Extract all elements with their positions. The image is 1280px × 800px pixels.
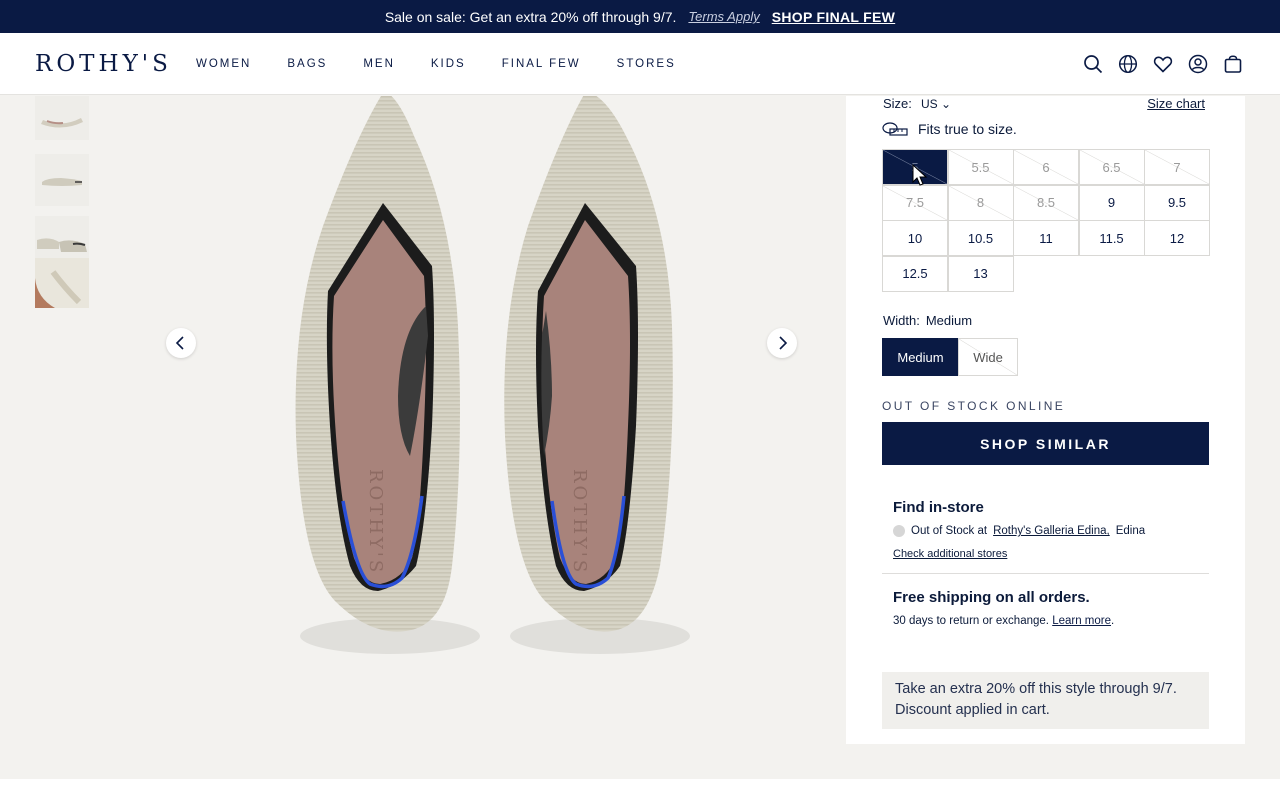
size-option-9[interactable]: 9 [1078,184,1145,221]
discount-note: Take an extra 20% off this style through… [882,672,1209,729]
size-option-8-5[interactable]: 8.5 [1013,184,1079,221]
store-availability: Out of Stock at Rothy's Galleria Edina, … [893,525,1145,537]
product-image: ROTHY'S ROTHY'S [295,96,690,654]
heart-icon[interactable] [1152,53,1174,75]
size-chart-link[interactable]: Size chart [1147,96,1205,111]
width-label: Width: Medium [883,313,972,328]
shipping-period: . [1111,615,1115,627]
store-status-text: Out of Stock at [911,525,988,537]
size-option-5-5[interactable]: 5.5 [947,149,1014,185]
size-option-10-5[interactable]: 10.5 [947,220,1014,256]
size-system-value: US [921,97,938,111]
nav-men[interactable]: MEN [363,58,395,70]
shipping-title: Free shipping on all orders. [893,589,1090,606]
size-option-6[interactable]: 6 [1013,149,1079,185]
main-nav: WOMEN BAGS MEN KIDS FINAL FEW STORES [196,58,712,70]
width-option-wide[interactable]: Wide [958,338,1018,376]
header-icons [1082,53,1244,75]
size-option-6-5[interactable]: 6.5 [1078,149,1145,185]
shipping-subtitle: 30 days to return or exchange. Learn mor… [893,615,1114,627]
fit-note-text: Fits true to size. [918,121,1017,137]
size-header: Size: US ⌄ Size chart [883,96,1205,116]
terms-link[interactable]: Terms Apply [688,9,759,24]
stock-status: OUT OF STOCK ONLINE [882,399,1066,413]
shop-similar-button[interactable]: SHOP SIMILAR [882,422,1209,465]
size-option-13[interactable]: 13 [947,255,1014,292]
size-option-12-5[interactable]: 12.5 [882,255,948,292]
nav-final-few[interactable]: FINAL FEW [502,58,581,70]
check-additional-stores-link[interactable]: Check additional stores [893,548,1007,560]
chevron-left-icon [175,336,184,350]
learn-more-link[interactable]: Learn more [1052,615,1111,627]
product-gallery: ROTHY'S ROTHY'S [0,96,846,780]
svg-text:ROTHY'S: ROTHY'S [365,469,386,575]
chevron-right-icon [779,336,788,350]
nav-kids[interactable]: KIDS [431,58,466,70]
size-system-select[interactable]: US ⌄ [921,97,951,111]
stock-status-dot-icon [893,525,905,537]
store-link[interactable]: Rothy's Galleria Edina, [993,525,1110,537]
nav-women[interactable]: WOMEN [196,58,251,70]
find-in-store-title: Find in-store [893,499,984,516]
globe-icon[interactable] [1117,53,1139,75]
size-option-10[interactable]: 10 [882,220,948,256]
tape-measure-icon [882,122,908,136]
product-options-panel: Size: US ⌄ Size chart Fits true to size.… [846,96,1245,744]
site-header: ROTHY'S WOMEN BAGS MEN KIDS FINAL FEW ST… [0,33,1280,95]
bag-icon[interactable] [1222,53,1244,75]
shipping-subtitle-text: 30 days to return or exchange. [893,615,1049,627]
nav-stores[interactable]: STORES [617,58,676,70]
width-label-text: Width: [883,313,920,328]
shop-final-few-link[interactable]: SHOP FINAL FEW [772,9,895,25]
size-option-8[interactable]: 8 [947,184,1014,221]
mouse-cursor-icon [912,164,928,186]
svg-text:ROTHY'S: ROTHY'S [569,469,590,575]
prev-image-button[interactable] [166,328,196,358]
next-image-button[interactable] [767,328,797,358]
store-city: Edina [1115,525,1146,537]
size-label: Size: [883,96,912,111]
size-option-7[interactable]: 7 [1144,149,1210,185]
size-option-7-5[interactable]: 7.5 [882,184,948,221]
chevron-down-icon: ⌄ [941,97,952,111]
promo-bar: Sale on sale: Get an extra 20% off throu… [0,0,1280,33]
size-option-11-5[interactable]: 11.5 [1078,220,1145,256]
account-icon[interactable] [1187,53,1209,75]
divider [882,573,1209,574]
width-option-medium[interactable]: Medium [882,338,959,376]
width-selected-value: Medium [925,313,973,328]
page-footer-edge [0,779,1280,800]
nav-bags[interactable]: BAGS [287,58,327,70]
size-option-12[interactable]: 12 [1144,220,1210,256]
promo-text: Sale on sale: Get an extra 20% off throu… [384,8,677,25]
size-option-11[interactable]: 11 [1013,220,1079,256]
brand-logo[interactable]: ROTHY'S [35,51,172,77]
size-option-9-5[interactable]: 9.5 [1144,184,1210,221]
fit-note: Fits true to size. [882,120,1017,138]
search-icon[interactable] [1082,53,1104,75]
